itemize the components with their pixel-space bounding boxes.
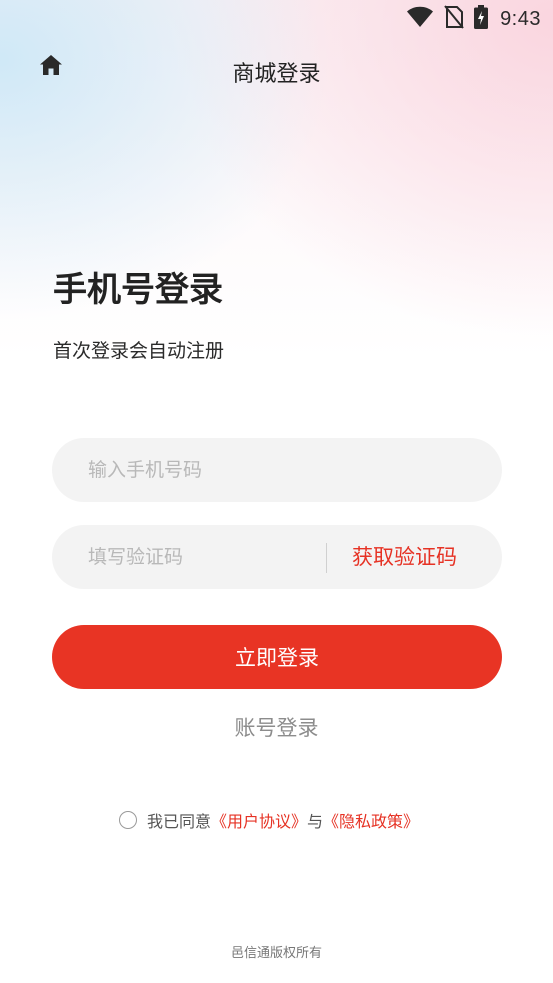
agreement-row: 我已同意 《用户协议》 与 《隐私政策》 xyxy=(119,806,419,834)
page-title: 商城登录 xyxy=(232,62,321,87)
user-agreement-link[interactable]: 《用户协议》 xyxy=(211,808,307,832)
login-title: 手机号登录 xyxy=(53,270,223,310)
no-sim-icon xyxy=(444,5,464,33)
account-login-link[interactable]: 账号登录 xyxy=(0,712,553,742)
field-divider xyxy=(326,543,327,573)
wifi-icon xyxy=(406,6,434,32)
login-button[interactable]: 立即登录 xyxy=(52,625,502,689)
status-bar: 9:43 xyxy=(0,0,553,40)
get-code-button[interactable]: 获取验证码 xyxy=(352,525,457,589)
copyright-text: 邑信通版权所有 xyxy=(230,946,322,961)
home-icon xyxy=(39,54,63,80)
agreement-conjunction: 与 xyxy=(307,812,324,831)
login-subtitle: 首次登录会自动注册 xyxy=(53,340,225,362)
phone-input[interactable] xyxy=(88,438,478,502)
verification-code-input[interactable] xyxy=(88,525,308,589)
agreement-prefix: 我已同意 xyxy=(147,812,212,831)
verification-code-field: 获取验证码 xyxy=(52,525,502,589)
battery-charging-icon xyxy=(474,5,489,33)
home-button[interactable] xyxy=(36,52,66,82)
agreement-checkbox[interactable] xyxy=(119,811,137,829)
phone-field xyxy=(52,438,502,502)
privacy-policy-link[interactable]: 《隐私政策》 xyxy=(323,808,419,832)
status-time: 9:43 xyxy=(500,7,541,30)
